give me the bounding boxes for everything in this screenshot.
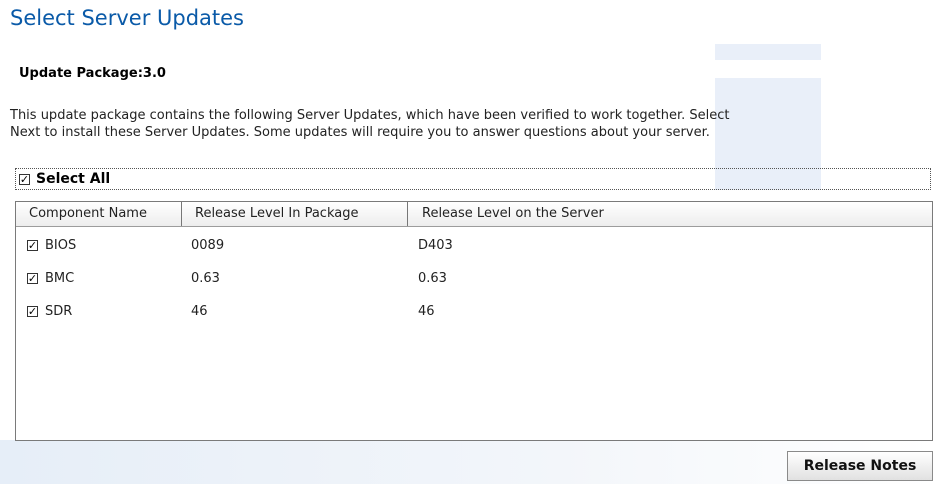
row-checkbox[interactable]: ✓ [27,273,38,284]
package-level-cell: 0089 [191,238,225,253]
component-cell: ✓ SDR [16,304,182,319]
column-header-release-level-server[interactable]: Release Level on the Server [408,202,932,226]
component-cell: ✓ BMC [16,271,182,286]
column-header-component-name[interactable]: Component Name [16,202,182,226]
release-notes-button[interactable]: Release Notes [787,451,933,481]
component-name: SDR [45,304,73,319]
server-level-cell: 0.63 [418,271,447,286]
description-line: Next to install these Server Updates. So… [10,125,710,140]
table-row: ✓ BMC 0.63 0.63 [16,262,932,295]
update-package: Update Package:3.0 [19,66,166,81]
server-level-cell: 46 [418,304,435,319]
package-level-cell: 46 [191,304,208,319]
component-name: BIOS [45,238,77,253]
row-checkbox[interactable]: ✓ [27,306,38,317]
row-checkbox[interactable]: ✓ [27,240,38,251]
description-line: This update package contains the followi… [10,108,730,123]
select-all-label: Select All [36,171,111,187]
package-version: 3.0 [142,66,166,81]
table-row: ✓ BIOS 0089 D403 [16,229,932,262]
column-header-release-level-package[interactable]: Release Level In Package [182,202,408,226]
description: This update package contains the followi… [10,107,932,141]
background-decoration [715,44,821,60]
package-level-cell: 0.63 [191,271,220,286]
component-cell: ✓ BIOS [16,238,182,253]
server-level-cell: D403 [418,238,453,253]
table-header: Component Name Release Level In Package … [16,202,932,227]
updates-table: Component Name Release Level In Package … [15,201,933,441]
table-row: ✓ SDR 46 46 [16,295,932,328]
page-title: Select Server Updates [10,6,244,30]
checkbox-icon[interactable]: ✓ [19,173,30,185]
package-label: Update Package: [19,66,143,81]
component-name: BMC [45,271,75,286]
select-all-checkbox[interactable]: ✓ Select All [15,168,931,190]
table-body: ✓ BIOS 0089 D403 ✓ BMC 0.63 0.63 ✓ SDR 4… [16,227,932,328]
